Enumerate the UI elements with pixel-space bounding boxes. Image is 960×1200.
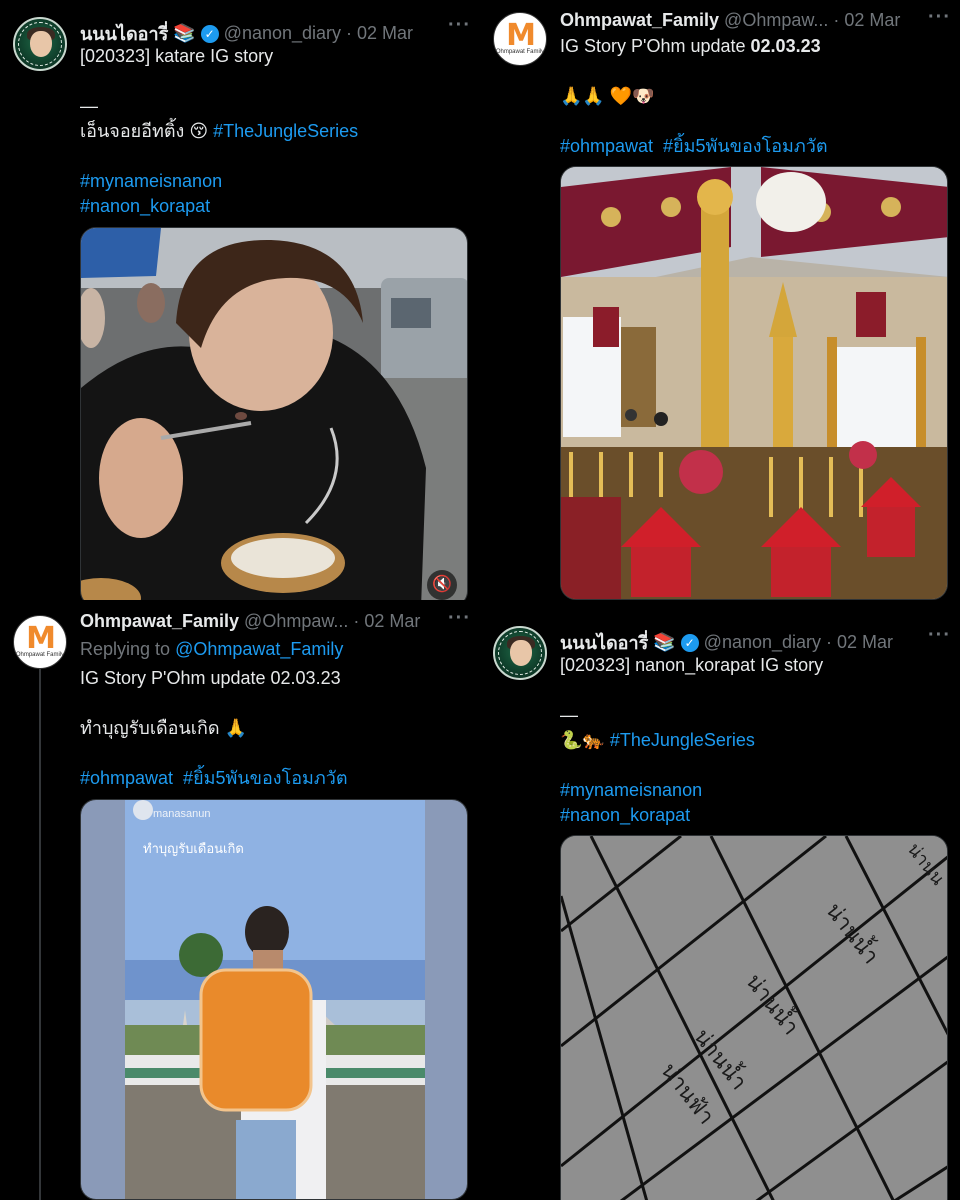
replying-to-label: Replying to (80, 639, 176, 659)
tweet-date[interactable]: 02 Mar (357, 23, 413, 44)
tweet-ohmpawat-family-reply[interactable]: M Ohmpawat Family Ohmpawat_Family @Ohmpa… (0, 600, 480, 1200)
user-handle[interactable]: @nanon_diary (704, 632, 821, 653)
hashtags[interactable]: #ohmpawat #ยิ้ม5พันของโอมภวัต (560, 134, 828, 159)
display-name[interactable]: Ohmpawat_Family (560, 10, 719, 31)
tweet-photo[interactable] (560, 166, 948, 600)
books-emoji: 📚 (173, 23, 196, 43)
replying-to-handle[interactable]: @Ohmpawat_Family (175, 639, 343, 659)
hashtags[interactable]: #ohmpawat #ยิ้ม5พันของโอมภวัต (80, 766, 348, 791)
tweet-date[interactable]: 02 Mar (837, 632, 893, 653)
story-username: manasanun (153, 808, 211, 820)
tweet-line-1: IG Story P'Ohm update 02.03.23 (80, 668, 341, 688)
user-handle[interactable]: @Ohmpaw... (724, 10, 828, 31)
tiles-photo (561, 836, 947, 1200)
avatar-ohmpawat-family[interactable]: M Ohmpawat Family (13, 615, 67, 669)
tweet-video[interactable]: 🔇 (80, 227, 468, 600)
enjoy-text: เอ็นจอยอีทติ้ง 😚 (80, 121, 214, 141)
tweet-line-dash: — (80, 96, 98, 116)
avatar-nanon-diary[interactable] (493, 626, 547, 680)
tweet-nanon-diary-2[interactable]: นนนไดอารี่ 📚 ✓ @nanon_diary · 02 Mar ···… (480, 600, 960, 1200)
tweet-nanon-diary-1[interactable]: นนนไดอารี่ 📚 ✓ @nanon_diary · 02 Mar ···… (0, 0, 480, 600)
separator-dot: · (833, 10, 840, 30)
more-options-icon[interactable]: ··· (448, 14, 471, 37)
logo-caption: Ohmpawat Family (15, 652, 65, 658)
tweet-line-dash: — (560, 705, 578, 725)
volume-mute-icon[interactable]: 🔇 (427, 570, 457, 600)
story-caption: ทำบุญรับเดือนเกิด (143, 841, 244, 856)
tweet-line-animals: 🐍🐅 #TheJungleSeries (560, 728, 755, 753)
verified-badge-icon: ✓ (200, 24, 219, 43)
tweet-date[interactable]: 02 Mar (844, 10, 900, 31)
tweet-line-1: [020323] katare IG story (80, 46, 274, 66)
hashtag-mynameisnanon[interactable]: #mynameisnanon (560, 778, 702, 803)
tweet-date[interactable]: 02 Mar (364, 611, 420, 632)
tweet-line-1: [020323] nanon_korapat IG story (560, 655, 824, 675)
hashtag-thejungleseries[interactable]: #TheJungleSeries (213, 121, 358, 141)
more-options-icon[interactable]: ··· (448, 607, 471, 630)
title-date: 02.03.23 (750, 36, 821, 56)
avatar-face (510, 640, 532, 666)
tweet-header: Ohmpawat_Family @Ohmpaw... · 02 Mar (560, 10, 900, 31)
tweet-line-thai: ทำบุญรับเดือนเกิด 🙏 (80, 718, 247, 738)
animal-emojis: 🐍🐅 (560, 730, 610, 750)
tweet-line-enjoy: เอ็นจอยอีทติ้ง 😚 #TheJungleSeries (80, 119, 358, 144)
display-name[interactable]: Ohmpawat_Family (80, 611, 239, 632)
tweet-photo[interactable]: manasanun ทำบุญรับเดือนเกิด (80, 799, 468, 1200)
thread-connector-line (39, 668, 41, 1200)
logo-caption: Ohmpawat Family (495, 49, 545, 55)
shrine-photo (561, 167, 947, 599)
avatar-ohmpawat-family[interactable]: M Ohmpawat Family (493, 12, 547, 66)
logo-letter: M (506, 18, 536, 53)
separator-dot: · (346, 23, 353, 43)
verified-badge-icon: ✓ (680, 633, 699, 652)
separator-dot: · (826, 632, 833, 652)
tweet-photo[interactable]: น่านน้ำ น่านน้ำ น่านน้ำ น่านฟ้า น่านน (560, 835, 948, 1200)
tweet-header: Ohmpawat_Family @Ohmpaw... · 02 Mar (80, 611, 420, 632)
eating-photo (81, 228, 467, 600)
tweet-line-emoji: 🙏🙏 🧡🐶 (560, 86, 655, 106)
more-options-icon[interactable]: ··· (928, 624, 951, 647)
avatar-face (30, 31, 52, 57)
merit-making-photo (81, 800, 467, 1199)
title-text: IG Story P'Ohm update (560, 36, 751, 56)
separator-dot: · (353, 611, 360, 631)
user-handle[interactable]: @Ohmpaw... (244, 611, 348, 632)
hashtag-nanon-korapat[interactable]: #nanon_korapat (560, 803, 690, 828)
tweet-line-1: IG Story P'Ohm update 02.03.23 (560, 34, 821, 59)
avatar-nanon-diary[interactable] (13, 17, 67, 71)
tweet-ohmpawat-family-1[interactable]: M Ohmpawat Family Ohmpawat_Family @Ohmpa… (480, 0, 960, 600)
logo-letter: M (26, 621, 56, 656)
user-handle[interactable]: @nanon_diary (224, 23, 341, 44)
hashtag-mynameisnanon[interactable]: #mynameisnanon (80, 169, 222, 194)
more-options-icon[interactable]: ··· (928, 6, 951, 29)
books-emoji: 📚 (653, 632, 676, 652)
hashtag-nanon-korapat[interactable]: #nanon_korapat (80, 194, 210, 219)
hashtag-thejungleseries[interactable]: #TheJungleSeries (610, 730, 755, 750)
replying-to: Replying to @Ohmpawat_Family (80, 637, 343, 662)
